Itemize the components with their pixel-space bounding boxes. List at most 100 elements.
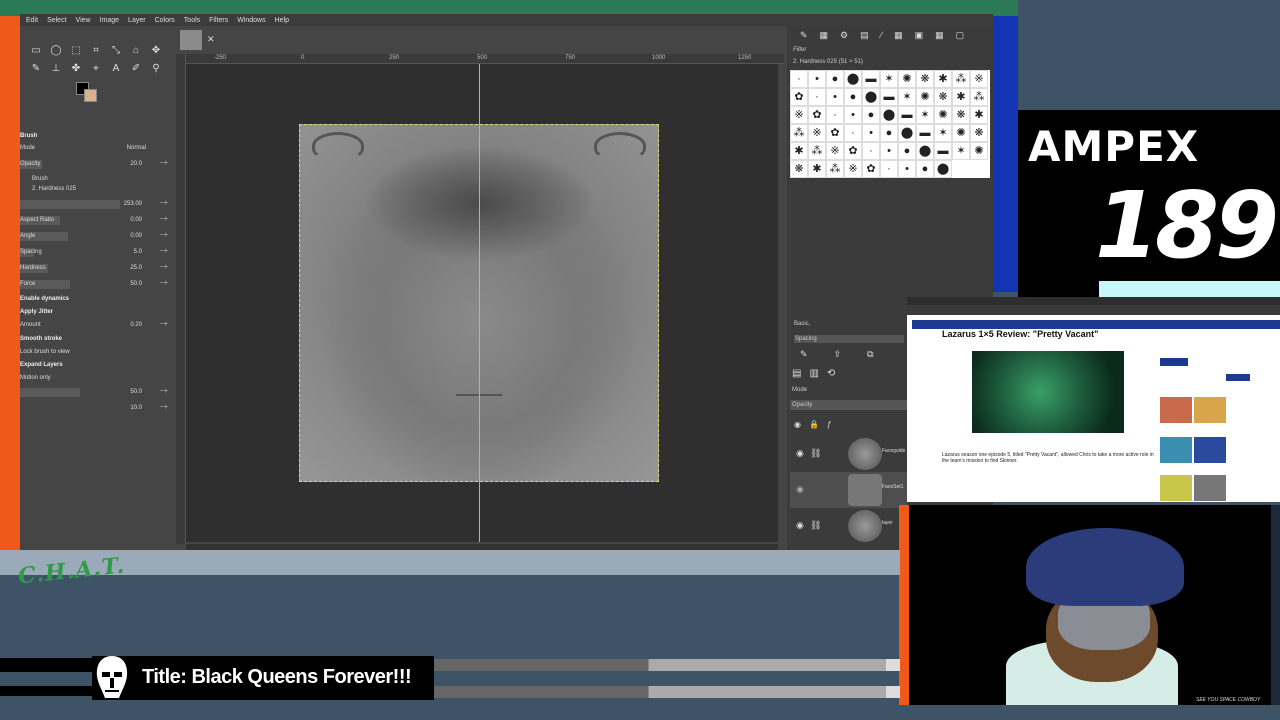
preset-spacing[interactable]: Spacing xyxy=(794,335,904,343)
angle-row[interactable]: Angle 0.00 −+ xyxy=(20,231,172,242)
brush-swatch[interactable]: ✿ xyxy=(862,160,880,178)
brush-swatch[interactable]: ✿ xyxy=(790,88,808,106)
brush-swatch[interactable]: ❋ xyxy=(790,160,808,178)
value-a-row[interactable]: 50.0 −+ xyxy=(20,387,172,398)
brush-swatch[interactable]: • xyxy=(808,70,826,88)
layer-name[interactable]: layer xyxy=(882,520,893,526)
spacing-value[interactable]: 5.0 xyxy=(134,249,142,255)
brush-swatch[interactable]: ❋ xyxy=(916,70,934,88)
amount-value[interactable]: 0.20 xyxy=(130,322,142,328)
brush-swatch[interactable]: ✿ xyxy=(826,124,844,142)
mode-select[interactable]: Normal xyxy=(127,145,146,151)
sidebar-thumb[interactable] xyxy=(1160,437,1192,463)
zoom-icon[interactable]: ⚲ xyxy=(150,63,162,75)
nav-item[interactable]: Fan Events xyxy=(1168,329,1188,334)
plus-minus-icon[interactable]: −+ xyxy=(160,200,168,207)
brush-swatch[interactable]: • xyxy=(844,106,862,124)
value-b-row[interactable]: 10.0 −+ xyxy=(20,403,172,414)
value-b[interactable]: 10.0 xyxy=(130,405,142,411)
brush-swatch[interactable]: ※ xyxy=(970,70,988,88)
angle-value[interactable]: 0.00 xyxy=(130,233,142,239)
brush-filter-input[interactable]: Filter xyxy=(793,47,806,53)
sidebar-thumb[interactable] xyxy=(1194,475,1226,501)
layers-opacity-label[interactable]: Opacity xyxy=(790,400,907,410)
size-row[interactable]: 253.00 −+ xyxy=(20,199,172,210)
brush-swatch[interactable]: ● xyxy=(880,124,898,142)
motion-only-row[interactable]: Motion only xyxy=(20,373,172,384)
brush-swatch[interactable]: ※ xyxy=(844,160,862,178)
brush-swatch[interactable]: ⬤ xyxy=(844,70,862,88)
dock-tabs-icons[interactable]: ✎▦⚙▤∕▦▣▦▢ xyxy=(800,30,976,41)
plus-minus-icon[interactable]: −+ xyxy=(160,388,168,395)
path-icon[interactable]: ⌖ xyxy=(90,63,102,75)
brush-swatch[interactable]: ✺ xyxy=(916,88,934,106)
plus-minus-icon[interactable]: −+ xyxy=(160,321,168,328)
preset-action-icons[interactable]: ✎⇪⧉ xyxy=(800,349,900,360)
preset-basic[interactable]: Basic, xyxy=(794,321,810,327)
text-icon[interactable]: A xyxy=(110,63,122,75)
brush-swatch[interactable]: ✱ xyxy=(790,142,808,160)
smooth-stroke-toggle[interactable]: Smooth stroke xyxy=(20,336,62,342)
transform-icon[interactable]: ⤡ xyxy=(110,45,122,57)
menu-select[interactable]: Select xyxy=(47,17,66,24)
brush-swatch[interactable]: ▬ xyxy=(916,124,934,142)
brush-swatch[interactable]: ✺ xyxy=(898,70,916,88)
value-a[interactable]: 50.0 xyxy=(130,389,142,395)
aspect-row[interactable]: Aspect Ratio 0.00 −+ xyxy=(20,215,172,226)
spacing-row[interactable]: Spacing 5.0 −+ xyxy=(20,247,172,258)
brush-swatch[interactable]: ✶ xyxy=(952,142,970,160)
search-button[interactable] xyxy=(1226,374,1250,381)
brush-swatch[interactable]: • xyxy=(862,124,880,142)
brush-swatch[interactable]: ❋ xyxy=(934,88,952,106)
brush-swatch[interactable]: ✶ xyxy=(880,70,898,88)
background-color-swatch[interactable] xyxy=(84,89,97,102)
hardness-row[interactable]: Hardness 25.0 −+ xyxy=(20,263,172,274)
layers-tab-icons[interactable]: ▤▥⟲ xyxy=(792,368,843,379)
plus-minus-icon[interactable]: −+ xyxy=(160,216,168,223)
brush-swatch[interactable]: ✱ xyxy=(970,106,988,124)
force-row[interactable]: Force 50.0 −+ xyxy=(20,279,172,290)
nav-item[interactable]: Home xyxy=(912,329,923,334)
brush-swatch[interactable]: ✿ xyxy=(844,142,862,160)
layer-name[interactable]: Faceguide xyxy=(882,448,905,454)
brush-swatch[interactable]: ✿ xyxy=(808,106,826,124)
brush-name-row[interactable]: 2. Hardness 025 xyxy=(20,184,172,195)
plus-minus-icon[interactable]: −+ xyxy=(160,160,168,167)
expand-layers-toggle[interactable]: Expand Layers xyxy=(20,362,63,368)
menu-tools[interactable]: Tools xyxy=(184,17,200,24)
brush-swatch[interactable]: • xyxy=(898,160,916,178)
aspect-value[interactable]: 0.00 xyxy=(130,217,142,223)
nav-item[interactable]: TV xyxy=(935,329,940,334)
layer-lock-icons[interactable]: ◉🔒ƒ xyxy=(794,420,839,429)
brush-swatch[interactable]: ⁂ xyxy=(826,160,844,178)
clone-icon[interactable]: ✥ xyxy=(150,45,162,57)
layer-name[interactable]: FaceSet1 xyxy=(882,484,903,490)
sidebar-thumb[interactable] xyxy=(1160,397,1192,423)
chain-icon[interactable]: ⛓ xyxy=(810,448,821,459)
brush-swatch[interactable]: ※ xyxy=(808,124,826,142)
heal-icon[interactable]: ✤ xyxy=(70,63,82,75)
brush-swatch[interactable]: ✺ xyxy=(934,106,952,124)
eraser-icon[interactable]: ✎ xyxy=(30,63,42,75)
brush-swatch[interactable]: ✶ xyxy=(916,106,934,124)
size-value[interactable]: 253.00 xyxy=(124,201,142,207)
menu-filters[interactable]: Filters xyxy=(209,17,228,24)
brush-swatch[interactable]: ▬ xyxy=(898,106,916,124)
force-value[interactable]: 50.0 xyxy=(130,281,142,287)
image-tab-thumbnail[interactable] xyxy=(180,30,202,50)
brush-swatch[interactable]: ✺ xyxy=(952,124,970,142)
brush-swatch[interactable]: · xyxy=(826,106,844,124)
amount-row[interactable]: Amount 0.20 −+ xyxy=(20,320,172,331)
fuzzy-select-icon[interactable]: ⬚ xyxy=(70,45,82,57)
brush-swatch[interactable]: · xyxy=(808,88,826,106)
brush-swatch[interactable]: ※ xyxy=(790,106,808,124)
motion-only-label[interactable]: Motion only xyxy=(20,375,51,381)
menu-view[interactable]: View xyxy=(76,17,91,24)
sidebar-thumb[interactable] xyxy=(1194,437,1226,463)
mode-row[interactable]: Mode Normal xyxy=(20,143,172,154)
brush-swatch[interactable]: • xyxy=(880,142,898,160)
brush-swatch[interactable]: ▬ xyxy=(880,88,898,106)
menu-colors[interactable]: Colors xyxy=(155,17,175,24)
brush-swatch[interactable]: ● xyxy=(862,106,880,124)
brush-swatch[interactable]: · xyxy=(880,160,898,178)
